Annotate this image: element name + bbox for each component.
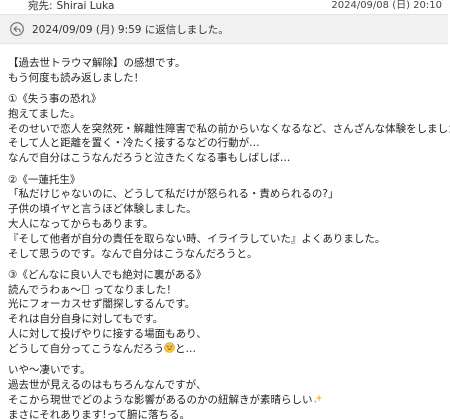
body-line: どうして自分ってこうなんだろう と… <box>8 342 444 357</box>
recipient-line: 宛先: Shirai Luka <box>28 0 114 12</box>
email-reading-pane: 宛先: Shirai Luka 2024/09/08 (日) 20:10 2024… <box>0 0 450 419</box>
body-line-text: ってなりました！ <box>89 283 177 296</box>
paragraph-hidden-side: ③《どんなに良い人でも絶対に裏がある》 読んでうわぁ〜 ってなりました！ 光にフ… <box>8 268 444 357</box>
body-line: そこから現世でどのような影響があるのかの紐解きが素晴らしい <box>8 393 444 408</box>
body-line: 読んでうわぁ〜 ってなりました！ <box>8 283 444 298</box>
body-line: そして人と距離を置く・冷たく接するなどの行動が… <box>8 137 260 150</box>
body-line: 【過去世トラウマ解除】の感想です。 <box>8 57 186 69</box>
body-line: 「私だけじゃないのに、どうして私だけが怒られる・責められるの?」 <box>8 188 339 201</box>
body-line: ③《どんなに良い人でも絶対に裏がある》 <box>8 268 207 281</box>
body-line: 『そして他者が自分の責任を取らない時、イライラしていた』よくありました。 <box>8 232 386 245</box>
body-line: もう何度も読み返しました！ <box>8 71 145 84</box>
body-line: それは自分自身に対してもです。 <box>8 313 164 326</box>
reply-notice-text: 2024/09/09 (月) 9:59 に返信しました。 <box>32 23 229 36</box>
body-line: なんで自分はこうなんだろうと泣きたくなる事もしばしば… <box>8 152 291 165</box>
recipient-name[interactable]: Shirai Luka <box>57 0 115 12</box>
body-line-text: 読んでうわぁ〜 <box>8 283 81 296</box>
sweat-smile-emoji-icon <box>164 342 175 353</box>
paragraph-intro: 【過去世トラウマ解除】の感想です。 もう何度も読み返しました！ <box>8 56 444 86</box>
body-line-text: そこから現世でどのような影響があるのかの紐解きが素晴らしい <box>8 393 313 406</box>
body-line: 子供の頃イヤと言うほど体験しました。 <box>8 203 197 216</box>
body-line: いや〜凄いです。 <box>8 364 91 377</box>
body-line: 光にフォーカスせず闇探しするんです。 <box>8 298 196 311</box>
reply-notice-bar: 2024/09/09 (月) 9:59 に返信しました。 <box>0 14 448 44</box>
paragraph-shared-fate: ②《一蓮托生》 「私だけじゃないのに、どうして私だけが怒られる・責められるの?」… <box>8 173 444 262</box>
message-header: 宛先: Shirai Luka 2024/09/08 (日) 20:10 <box>0 0 450 12</box>
body-line-text: どうして自分ってこうなんだろう <box>8 342 165 355</box>
sparkle-emoji-icon <box>313 394 322 404</box>
paragraph-fear-of-loss: ①《失う事の恐れ》 抱えてました。 そのせいで恋人を突然死・解離性障害で私の前か… <box>8 92 450 166</box>
body-line-text: と… <box>175 342 197 355</box>
body-line: ②《一蓮托生》 <box>8 173 81 186</box>
paragraph-impression: いや〜凄いです。 過去世が見えるのはもちろんなんですが、 そこから現世でどのよう… <box>8 363 444 419</box>
body-line: そして思うのです。なんで自分はこうなんだろうと。 <box>8 247 258 260</box>
body-line: 抱えてました。 <box>8 107 81 120</box>
body-line: ①《失う事の恐れ》 <box>8 93 102 106</box>
body-line: まさにそれあります!って腑に落ちる。 <box>8 408 190 419</box>
sent-date: 2024/09/08 (日) 20:10 <box>331 0 442 11</box>
recipient-label: 宛先: <box>28 0 53 12</box>
reply-arrow-icon <box>10 22 24 36</box>
missing-glyph-icon <box>81 284 89 294</box>
message-body: 【過去世トラウマ解除】の感想です。 もう何度も読み返しました！ ①《失う事の恐れ… <box>8 56 450 419</box>
body-line: 人に対して投げやりに接する場面もあり、 <box>8 328 207 341</box>
body-line: そのせいで恋人を突然死・解離性障害で私の前からいなくなるなど、さんざんな体験をし… <box>8 122 450 135</box>
body-line: 大人になってからもあります。 <box>8 217 154 230</box>
body-line: 過去世が見えるのはもちろんなんですが、 <box>8 378 207 391</box>
